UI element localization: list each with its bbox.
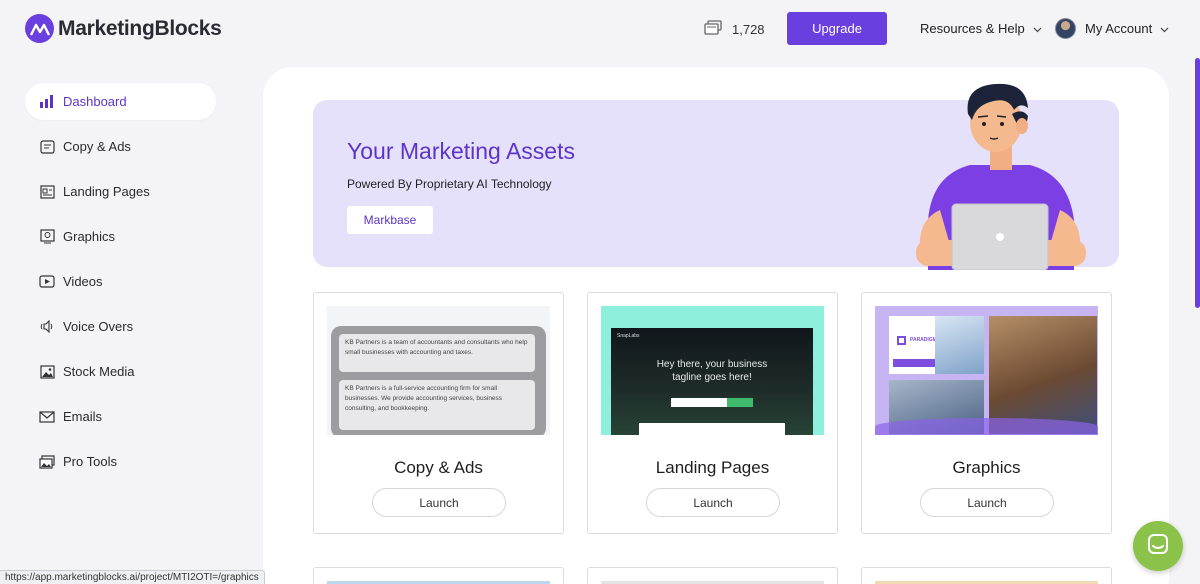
sidebar-item-label: Graphics xyxy=(63,229,116,244)
sidebar-item-label: Landing Pages xyxy=(63,184,150,199)
bar-chart-icon xyxy=(39,94,55,110)
account-menu[interactable]: My Account xyxy=(1055,18,1169,39)
upgrade-button[interactable]: Upgrade xyxy=(787,12,887,45)
markbase-button[interactable]: Markbase xyxy=(347,206,433,234)
launch-button[interactable]: Launch xyxy=(920,488,1054,517)
sidebar-item-label: Copy & Ads xyxy=(63,139,131,154)
hero-illustration xyxy=(916,83,1086,270)
document-icon xyxy=(39,139,55,155)
status-url: https://app.marketingblocks.ai/project/M… xyxy=(0,570,265,584)
account-label: My Account xyxy=(1085,21,1153,36)
sidebar-item-voice-overs[interactable]: Voice Overs xyxy=(25,308,216,345)
sidebar-item-label: Emails xyxy=(63,409,103,424)
credits-icon xyxy=(704,20,722,38)
graphics-preview: PARADIGM xyxy=(875,306,1098,435)
preview-text: KB Partners is a full-service accounting… xyxy=(339,380,535,430)
chat-icon xyxy=(1146,532,1170,561)
resources-help-label: Resources & Help xyxy=(920,21,1025,36)
sidebar-item-label: Pro Tools xyxy=(63,454,117,469)
card-graphics[interactable]: PARADIGM Graphics Launch xyxy=(861,292,1112,534)
logo-icon xyxy=(25,14,54,43)
scrollbar[interactable] xyxy=(1195,58,1200,308)
card-landing-pages[interactable]: SnapLabs Hey there, your business taglin… xyxy=(587,292,838,534)
brand-logo[interactable]: MarketingBlocks xyxy=(25,14,222,43)
sidebar-item-label: Videos xyxy=(63,274,103,289)
sidebar-item-emails[interactable]: Emails xyxy=(25,398,216,435)
brand-name: MarketingBlocks xyxy=(58,16,222,40)
sidebar-item-dashboard[interactable]: Dashboard xyxy=(25,83,216,120)
preview-brand: PARADIGM xyxy=(910,337,937,343)
sidebar-item-videos[interactable]: Videos xyxy=(25,263,216,300)
landing-pages-preview: SnapLabs Hey there, your business taglin… xyxy=(601,306,824,435)
sidebar-item-landing-pages[interactable]: Landing Pages xyxy=(25,173,216,210)
play-icon xyxy=(39,274,55,290)
avatar xyxy=(1055,18,1076,39)
card-copy-ads[interactable]: KB Partners is a team of accountants and… xyxy=(313,292,564,534)
credits-counter[interactable]: 1,728 xyxy=(704,20,765,38)
sidebar-item-stock-media[interactable]: Stock Media xyxy=(25,353,216,390)
sidebar-item-copy-ads[interactable]: Copy & Ads xyxy=(25,128,216,165)
card-title: Graphics xyxy=(952,458,1021,477)
top-header: MarketingBlocks 1,728 Upgrade Resources … xyxy=(0,0,1200,60)
resources-help-menu[interactable]: Resources & Help xyxy=(920,21,1042,36)
tools-icon xyxy=(39,454,55,470)
card-title: Copy & Ads xyxy=(394,458,483,477)
chevron-down-icon xyxy=(1033,21,1042,36)
photo-icon xyxy=(39,364,55,380)
hero-title: Your Marketing Assets xyxy=(347,138,575,164)
card-voice-overs[interactable] xyxy=(587,567,838,584)
launch-button[interactable]: Launch xyxy=(372,488,506,517)
chat-widget-button[interactable] xyxy=(1133,521,1183,571)
card-videos[interactable] xyxy=(313,567,564,584)
credits-value: 1,728 xyxy=(732,21,765,37)
chevron-down-icon xyxy=(1160,21,1169,36)
preview-headline: Hey there, your business tagline goes he… xyxy=(656,359,768,383)
card-title: Landing Pages xyxy=(655,458,770,477)
copy-ads-preview: KB Partners is a team of accountants and… xyxy=(327,306,550,435)
image-frame-icon xyxy=(39,229,55,245)
sidebar-item-label: Dashboard xyxy=(63,94,127,109)
speaker-icon xyxy=(39,319,55,335)
preview-text: KB Partners is a team of accountants and… xyxy=(339,334,535,372)
sidebar-item-graphics[interactable]: Graphics xyxy=(25,218,216,255)
hero-subtitle: Powered By Proprietary AI Technology xyxy=(347,177,552,191)
preview-brand: SnapLabs xyxy=(617,333,640,339)
page-layout-icon xyxy=(39,184,55,200)
sidebar-item-pro-tools[interactable]: Pro Tools xyxy=(25,443,216,480)
sidebar-item-label: Stock Media xyxy=(63,364,135,379)
sidebar-item-label: Voice Overs xyxy=(63,319,134,334)
envelope-icon xyxy=(39,409,55,425)
card-stock-media[interactable] xyxy=(861,567,1112,584)
launch-button[interactable]: Launch xyxy=(646,488,780,517)
